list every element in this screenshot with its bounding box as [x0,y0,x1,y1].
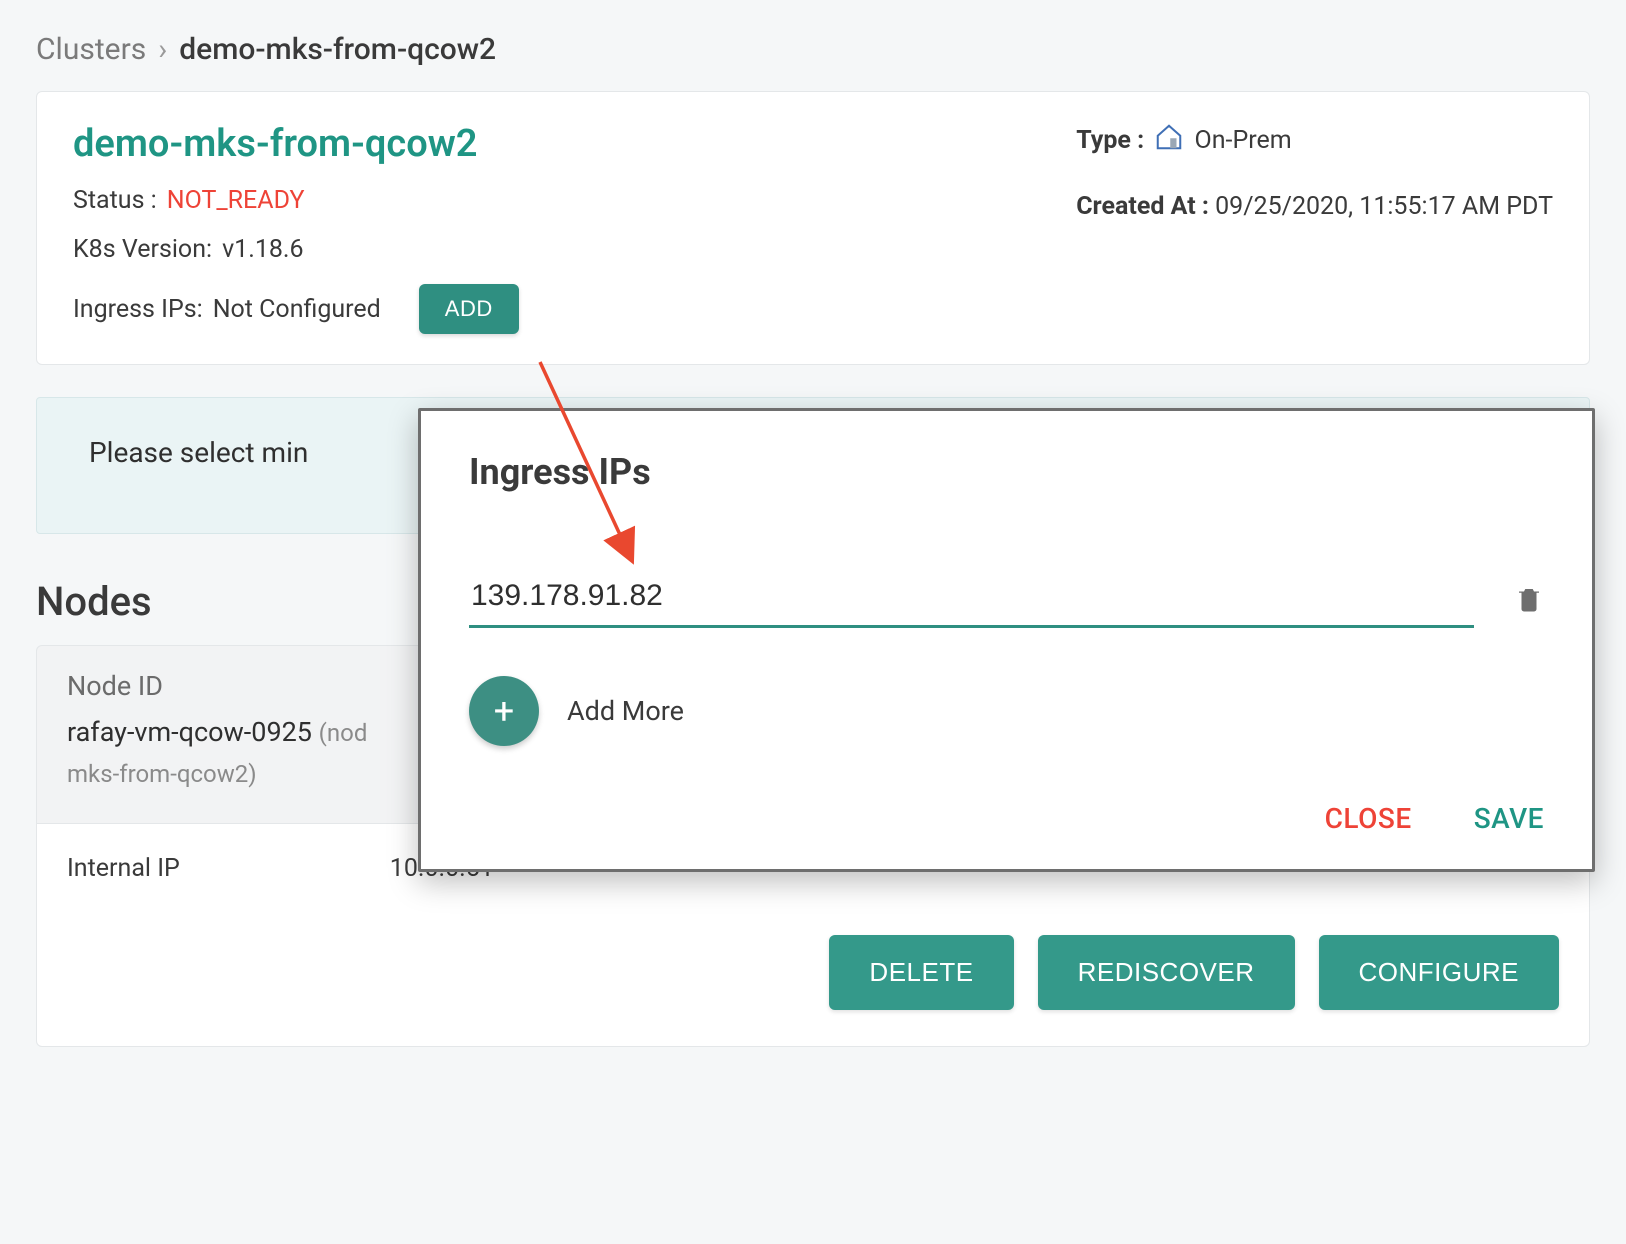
created-label: Created At : [1076,192,1209,221]
status-value: NOT_READY [167,186,305,215]
breadcrumb: Clusters › demo-mks-from-qcow2 [0,0,1626,91]
add-ingress-button[interactable]: ADD [419,284,519,334]
node-id-sub-line2: mks-from-qcow2) [67,760,257,788]
configure-button[interactable]: CONFIGURE [1319,935,1560,1010]
modal-title: Ingress IPs [469,451,1544,493]
modal-save-button[interactable]: SAVE [1474,802,1544,835]
rediscover-button[interactable]: REDISCOVER [1038,935,1295,1010]
node-id-value: rafay-vm-qcow-0925 [67,716,312,748]
add-more-label: Add More [567,695,684,727]
k8s-version-line: K8s Version: v1.18.6 [73,235,519,264]
breadcrumb-current: demo-mks-from-qcow2 [179,32,496,67]
breadcrumb-separator: › [158,32,167,67]
type-value: On-Prem [1195,126,1292,155]
trash-icon[interactable] [1514,582,1544,620]
ingress-value: Not Configured [213,295,381,324]
ingress-line: Ingress IPs: Not Configured ADD [73,284,519,334]
status-label: Status : [73,186,157,215]
node-id-sub-prefix: (nod [319,719,368,747]
cluster-header-right: Type : On-Prem Created At : 09/25/2020, … [1076,122,1553,334]
ingress-ips-modal: Ingress IPs + Add More CLOSE SAVE [418,408,1595,872]
internal-ip-label: Internal IP [67,854,180,883]
modal-close-button[interactable]: CLOSE [1325,802,1412,835]
cluster-header-left: demo-mks-from-qcow2 Status : NOT_READY K… [73,122,519,334]
created-line: Created At : 09/25/2020, 11:55:17 AM PDT [1076,187,1553,227]
cluster-name: demo-mks-from-qcow2 [73,122,519,166]
k8s-version-value: v1.18.6 [222,235,304,264]
ingress-ip-input[interactable] [469,573,1474,628]
breadcrumb-root-link[interactable]: Clusters [36,32,146,67]
status-line: Status : NOT_READY [73,186,519,215]
add-more-row: + Add More [469,676,1544,746]
on-prem-icon [1154,122,1184,159]
cluster-header-card: demo-mks-from-qcow2 Status : NOT_READY K… [36,91,1590,365]
ingress-label: Ingress IPs: [73,295,203,324]
k8s-version-label: K8s Version: [73,235,212,264]
type-line: Type : On-Prem [1076,122,1553,159]
type-label: Type : [1076,126,1144,155]
plus-icon: + [494,690,514,732]
created-value: 09/25/2020, 11:55:17 AM PDT [1215,192,1553,221]
modal-actions: CLOSE SAVE [469,802,1544,835]
add-more-button[interactable]: + [469,676,539,746]
delete-button[interactable]: DELETE [829,935,1013,1010]
ip-input-row [469,573,1544,628]
info-banner-text: Please select min [89,436,308,469]
node-action-buttons: DELETE REDISCOVER CONFIGURE [67,935,1559,1010]
